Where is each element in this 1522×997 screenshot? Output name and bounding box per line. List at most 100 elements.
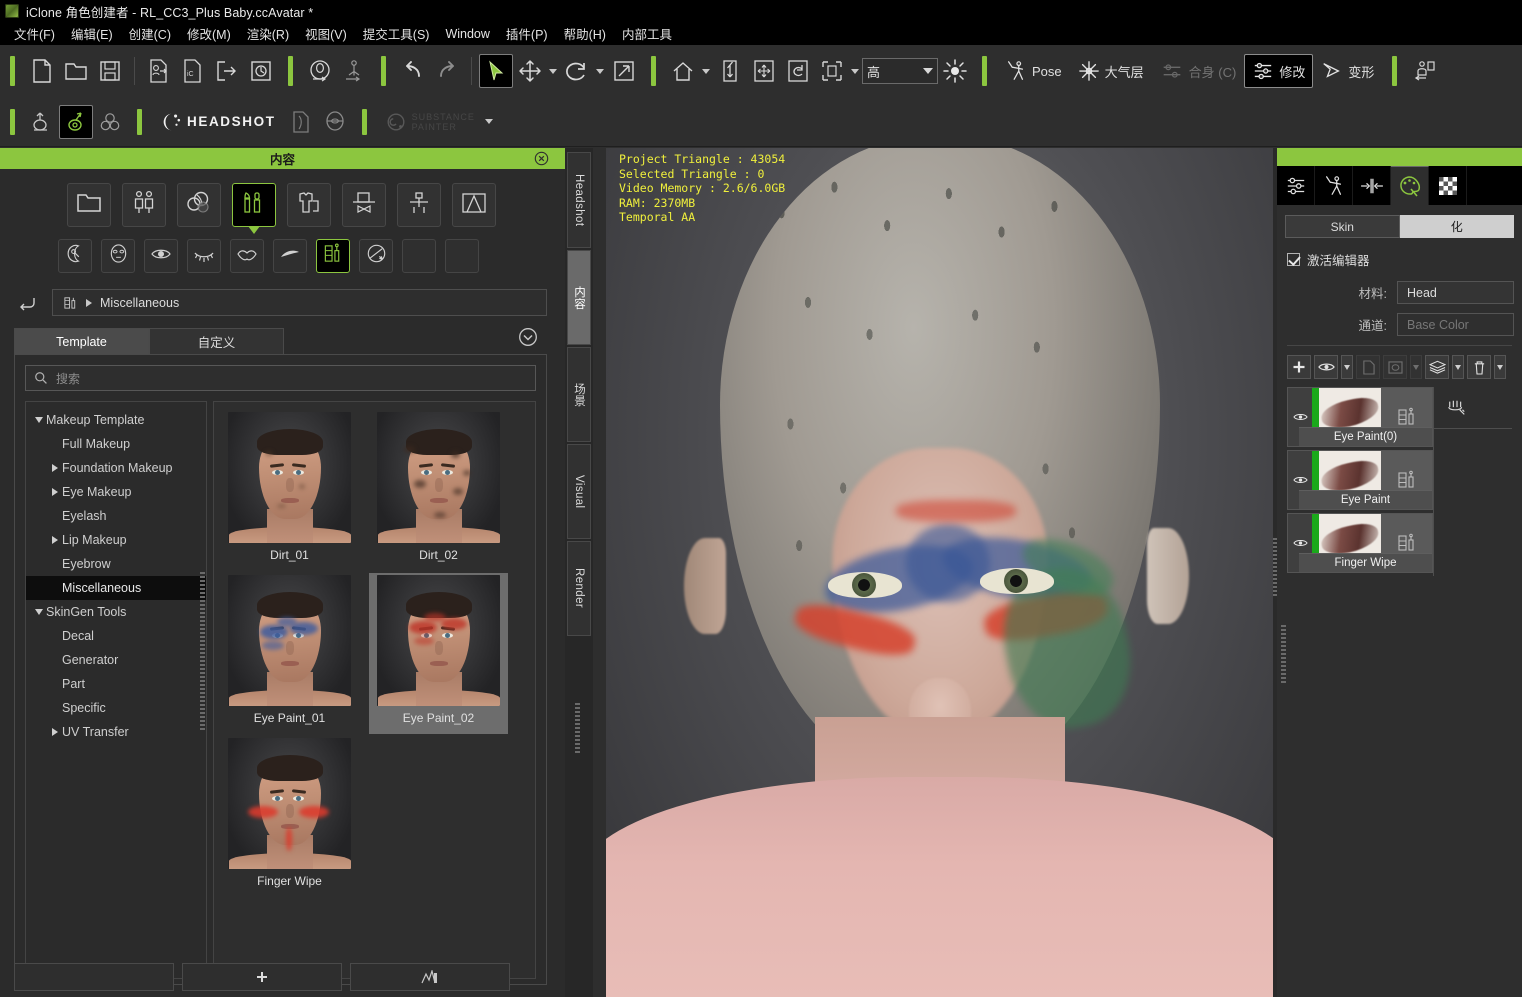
triangle-right-icon[interactable] — [48, 536, 62, 544]
pan-view-button[interactable] — [747, 54, 781, 88]
atmosphere-button[interactable]: 大气层 — [1070, 54, 1152, 88]
layers-scrollbar[interactable] — [1281, 625, 1286, 685]
tree-node-eye-makeup[interactable]: Eye Makeup — [26, 480, 206, 504]
asset-item[interactable]: Dirt_01 — [220, 410, 359, 571]
tree-node-part[interactable]: Part — [26, 672, 206, 696]
sub-eyebrow[interactable] — [273, 239, 307, 273]
orbit-view-button[interactable] — [781, 54, 815, 88]
headshot-button[interactable]: HEADSHOT — [152, 105, 284, 139]
menu-create[interactable]: 创建(C) — [121, 22, 179, 45]
layer-finger-wipe[interactable]: Finger Wipe — [1287, 513, 1433, 573]
back-arrow-icon[interactable] — [14, 292, 40, 314]
layer-eye-paint-0[interactable]: Eye Paint(0) — [1287, 387, 1433, 447]
viewport-3d[interactable]: Project Triangle : 43054 Selected Triangl… — [606, 148, 1273, 997]
activate-editor-row[interactable]: 激活编辑器 — [1285, 250, 1514, 269]
triangle-right-icon[interactable] — [48, 488, 62, 496]
home-view-button[interactable] — [666, 54, 700, 88]
add-layer-button[interactable] — [1287, 355, 1311, 379]
vtab-visual[interactable]: Visual — [567, 444, 591, 539]
rtab-adjust[interactable] — [1277, 166, 1315, 205]
modify-button[interactable]: 修改 — [1244, 54, 1314, 88]
bottom-tool-slot[interactable] — [14, 963, 174, 991]
menu-help[interactable]: 帮助(H) — [556, 22, 614, 45]
layer-eye-paint[interactable]: Eye Paint — [1287, 450, 1433, 510]
vtab-content[interactable]: 内容 — [567, 250, 591, 345]
vtab-scene[interactable]: 场景 — [567, 347, 591, 442]
substance-painter-button[interactable]: SUBSTANCE PAINTER — [377, 105, 483, 139]
bottom-chart-slot[interactable] — [350, 963, 510, 991]
move-tool-button[interactable] — [513, 54, 547, 88]
channel-field[interactable]: Base Color — [1397, 313, 1514, 336]
vtab-render[interactable]: Render — [567, 541, 591, 636]
mask-button[interactable] — [1383, 355, 1407, 379]
sub-empty-1[interactable] — [402, 239, 436, 273]
tree-node-full-makeup[interactable]: Full Makeup — [26, 432, 206, 456]
tree-node-makeup-template[interactable]: Makeup Template — [26, 408, 206, 432]
grid-scrollbar[interactable] — [213, 702, 214, 762]
triangle-down-icon[interactable] — [32, 609, 46, 615]
delete-dropdown-button[interactable] — [1494, 355, 1506, 379]
cat-makeup[interactable] — [232, 183, 276, 234]
select-tool-button[interactable] — [479, 54, 513, 88]
frame-selection-dropdown-icon[interactable] — [851, 68, 859, 74]
rotate-tool-button[interactable] — [560, 54, 594, 88]
sub-eye[interactable] — [144, 239, 178, 273]
save-snapshot-button[interactable] — [244, 54, 278, 88]
triangle-right-icon[interactable] — [48, 728, 62, 736]
import-project-button[interactable]: iC — [176, 54, 210, 88]
texture-page-button[interactable] — [284, 105, 318, 139]
skingen-editor-button[interactable] — [59, 104, 93, 139]
frame-selection-button[interactable] — [815, 54, 849, 88]
export-character-button[interactable] — [1407, 54, 1441, 88]
scale-tool-button[interactable] — [607, 54, 641, 88]
edit-mesh-button[interactable] — [25, 105, 59, 139]
vertical-splitter-handle[interactable] — [575, 703, 580, 753]
tree-node-miscellaneous[interactable]: Miscellaneous — [26, 576, 206, 600]
fitting-button[interactable]: 合身 (C) — [1152, 54, 1245, 88]
pose-button[interactable]: Pose — [997, 54, 1070, 88]
asset-item[interactable]: Eye Paint_02 — [369, 573, 508, 734]
mask-dropdown-button[interactable] — [1410, 355, 1422, 379]
triangle-right-icon[interactable] — [48, 464, 62, 472]
chevron-down-circle-icon[interactable] — [518, 327, 538, 352]
redo-button[interactable] — [430, 54, 464, 88]
menu-file[interactable]: 文件(F) — [6, 22, 63, 45]
asset-item[interactable]: Dirt_02 — [369, 410, 508, 571]
merge-layers-button[interactable] — [1425, 355, 1449, 379]
rtab-pose[interactable] — [1315, 166, 1353, 205]
substance-painter-dropdown-icon[interactable] — [484, 119, 493, 124]
tree-node-foundation-makeup[interactable]: Foundation Makeup — [26, 456, 206, 480]
menu-edit[interactable]: 编辑(E) — [63, 22, 121, 45]
sub-skingen[interactable] — [359, 239, 393, 273]
motion-transfer-button[interactable] — [337, 54, 371, 88]
tree-node-eyelash[interactable]: Eyelash — [26, 504, 206, 528]
layer-brush-row[interactable] — [1434, 387, 1512, 429]
tree-node-lip-makeup[interactable]: Lip Makeup — [26, 528, 206, 552]
sub-lip[interactable] — [230, 239, 264, 273]
open-project-button[interactable] — [59, 54, 93, 88]
lighting-button[interactable] — [938, 54, 972, 88]
visibility-button[interactable] — [1314, 355, 1338, 379]
merge-dropdown-button[interactable] — [1452, 355, 1464, 379]
tree-node-eyebrow[interactable]: Eyebrow — [26, 552, 206, 576]
tree-node-generator[interactable]: Generator — [26, 648, 206, 672]
move-tool-dropdown-icon[interactable] — [549, 68, 557, 74]
cat-accessory[interactable] — [342, 183, 386, 227]
cat-skin[interactable] — [177, 183, 221, 227]
rtab-scale[interactable] — [1353, 166, 1391, 205]
menu-render[interactable]: 渲染(R) — [239, 22, 297, 45]
menu-view[interactable]: 视图(V) — [297, 22, 355, 45]
seg-makeup[interactable]: 化 — [1399, 215, 1514, 238]
tab-custom[interactable]: 自定义 — [149, 328, 284, 354]
rtab-texture[interactable] — [1429, 166, 1467, 205]
new-project-button[interactable] — [25, 54, 59, 88]
align-vertical-button[interactable] — [713, 54, 747, 88]
material-field[interactable]: Head — [1397, 281, 1514, 304]
seg-skin[interactable]: Skin — [1285, 215, 1400, 238]
tree-node-uv-transfer[interactable]: UV Transfer — [26, 720, 206, 744]
head-mesh-button[interactable] — [318, 105, 352, 139]
activate-editor-checkbox[interactable] — [1287, 253, 1300, 266]
menu-internal-tools[interactable]: 内部工具 — [614, 22, 680, 45]
delete-layer-button[interactable] — [1467, 355, 1491, 379]
cat-prop[interactable] — [397, 183, 441, 227]
